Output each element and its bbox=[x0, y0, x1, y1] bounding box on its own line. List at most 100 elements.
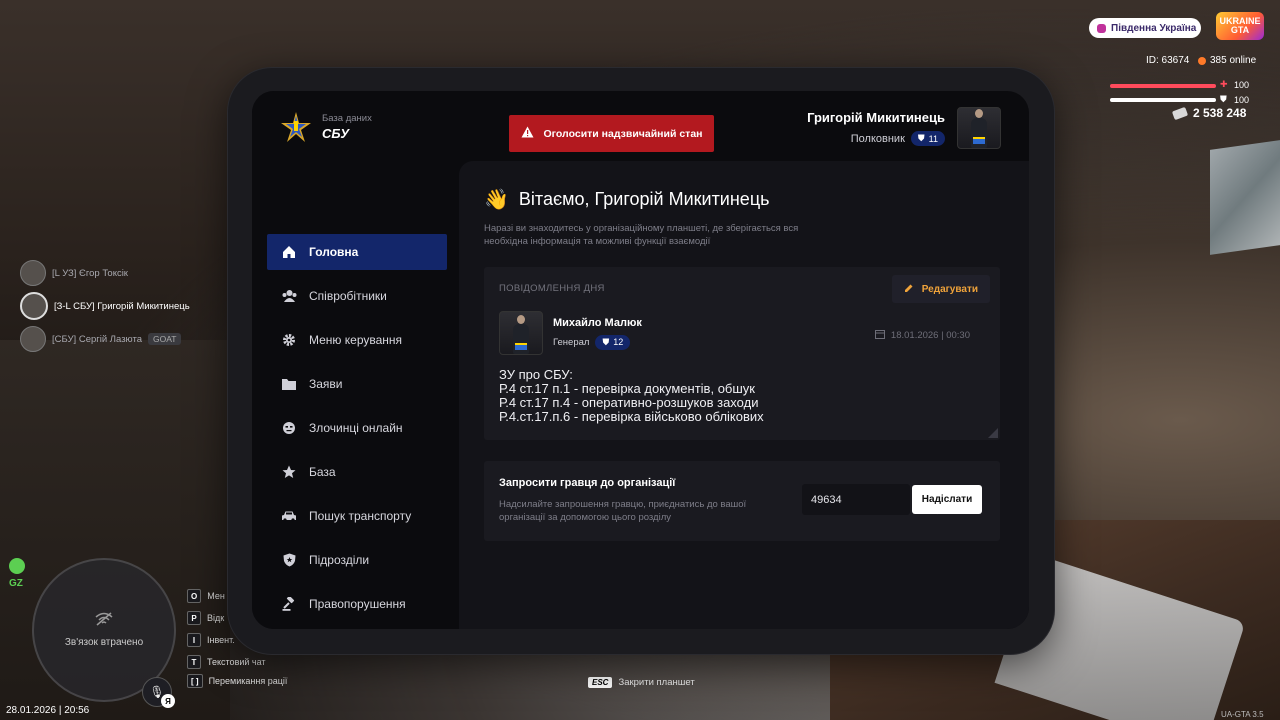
hotkey-key: [ ] bbox=[187, 674, 203, 688]
motd-author: Михайло Малюк Генерал ⛊ 12 bbox=[499, 311, 642, 355]
hotkey-label: Перемикання рації bbox=[208, 676, 288, 686]
player-id-input[interactable] bbox=[802, 484, 910, 515]
player-list-item: [З-L СБУ] Григорій Микитинець bbox=[20, 292, 190, 320]
badge-icon: ⛊ bbox=[917, 133, 925, 143]
online-count: 385 online bbox=[1198, 55, 1256, 66]
sidebar-item-control-menu[interactable]: Меню керування bbox=[267, 322, 447, 358]
sidebar-item-label: Пошук транспорту bbox=[309, 509, 412, 523]
sidebar-item-label: Правопорушення bbox=[309, 597, 406, 611]
motd-line: Р.4.ст.17.п.6 - перевірка військово облі… bbox=[499, 409, 764, 424]
sidebar-item-criminals-online[interactable]: Злочинці онлайн bbox=[267, 410, 447, 446]
send-invite-button[interactable]: Надіслати bbox=[912, 485, 982, 514]
cash-icon bbox=[1171, 106, 1189, 120]
hotkey-hint: O Мен bbox=[187, 589, 225, 603]
background-monitor bbox=[1210, 140, 1280, 255]
online-label: 385 online bbox=[1210, 55, 1257, 66]
player-name: [L УЗ] Єгор Токсік bbox=[52, 267, 128, 279]
users-icon bbox=[281, 288, 297, 304]
emergency-label: Оголосити надзвичайний стан bbox=[543, 127, 703, 140]
player-list-item: [L УЗ] Єгор Токсік bbox=[20, 260, 128, 286]
sidebar-item-offenses[interactable]: Правопорушення bbox=[267, 586, 447, 622]
gavel-icon bbox=[281, 596, 297, 612]
hotkey-key: P bbox=[187, 611, 201, 625]
date-time: 28.01.2026 | 20:56 bbox=[6, 705, 90, 716]
sidebar-item-departments[interactable]: Підрозділи bbox=[267, 542, 447, 578]
no-signal-icon bbox=[95, 611, 113, 631]
hotkey-hint: [ ] Перемикання рації bbox=[187, 674, 287, 688]
server-name: Південна Україна bbox=[1111, 22, 1197, 34]
invite-panel: Запросити гравця до організації Надсилай… bbox=[484, 461, 1000, 541]
hotkey-hint: I Інвент. bbox=[187, 633, 235, 647]
emergency-button[interactable]: Оголосити надзвичайний стан bbox=[509, 115, 714, 152]
sidebar-item-label: Меню керування bbox=[309, 333, 403, 347]
brand-title: СБУ bbox=[322, 126, 350, 141]
avatar bbox=[957, 107, 1001, 149]
motd-date: 18.01.2026 | 00:30 bbox=[874, 329, 970, 342]
server-icon bbox=[1097, 23, 1106, 33]
hotkey-key: O bbox=[187, 589, 202, 603]
sidebar-item-label: Злочинці онлайн bbox=[309, 421, 403, 435]
gear-icon bbox=[281, 332, 297, 348]
esc-key: ESC bbox=[588, 677, 613, 688]
sidebar-item-employees[interactable]: Співробітники bbox=[267, 278, 447, 314]
badge-icon: ⛊ bbox=[602, 336, 610, 347]
avatar bbox=[499, 311, 543, 355]
edit-button[interactable]: Редагувати bbox=[891, 275, 990, 303]
avatar bbox=[20, 292, 48, 320]
player-name: [СБУ] Сергій Лазюта bbox=[52, 333, 142, 345]
resize-handle[interactable] bbox=[988, 428, 998, 438]
edit-label: Редагувати bbox=[921, 283, 978, 295]
brand-subtitle: База даних bbox=[322, 113, 372, 124]
sidebar: База даних СБУ Головна Співробітники Мен… bbox=[252, 91, 459, 629]
rank-level: 11 bbox=[928, 133, 938, 144]
criminal-icon bbox=[281, 420, 297, 436]
player-tag: GOAT bbox=[148, 333, 182, 345]
health-icon: ✚ bbox=[1220, 79, 1228, 89]
star-icon bbox=[281, 464, 297, 480]
player-list-item: [СБУ] Сергій Лазюта GOAT bbox=[20, 326, 182, 352]
hotkey-label: Текстовий чат bbox=[207, 657, 266, 667]
health-value: 100 bbox=[1234, 80, 1250, 90]
user-name: Григорій Микитинець bbox=[807, 110, 945, 125]
sidebar-item-home[interactable]: Головна bbox=[267, 234, 447, 270]
hotkey-label: Мен bbox=[207, 591, 225, 601]
user-rank-row: Полковник ⛊ 11 bbox=[807, 131, 945, 146]
tablet-screen: База даних СБУ Головна Співробітники Мен… bbox=[252, 91, 1029, 629]
sbu-emblem-icon bbox=[280, 111, 312, 143]
armor-icon: ⛊ bbox=[1220, 94, 1227, 104]
close-tablet-label: Закрити планшет bbox=[618, 677, 695, 688]
greeting-text: Вітаємо, Григорій Микитинець bbox=[518, 189, 770, 209]
online-icon bbox=[1198, 56, 1206, 65]
hotkey-label: Відк bbox=[207, 613, 225, 623]
hotkey-hint: P Відк bbox=[187, 611, 224, 625]
armor-value: 100 bbox=[1234, 95, 1250, 105]
motd-body: ЗУ про СБУ: Р.4 ст.17 п.1 - перевірка до… bbox=[499, 368, 764, 424]
sidebar-item-label: Заяви bbox=[309, 377, 343, 391]
sidebar-item-applications[interactable]: Заяви bbox=[267, 366, 447, 402]
officer-figure bbox=[513, 315, 529, 354]
user-profile: Григорій Микитинець Полковник ⛊ 11 bbox=[807, 107, 1001, 149]
author-rank-row: Генерал ⛊ 12 bbox=[553, 334, 642, 350]
hotkey-hint: T Текстовий чат bbox=[187, 655, 266, 669]
rank-badge: ⛊ 12 bbox=[595, 334, 631, 350]
close-tablet-hint: ESC Закрити планшет bbox=[588, 677, 695, 688]
money-value: 2 538 248 bbox=[1193, 106, 1247, 120]
game-logo: UKRAINE GTA bbox=[1216, 12, 1264, 40]
motd-date-text: 18.01.2026 | 00:30 bbox=[890, 330, 970, 341]
sidebar-item-base[interactable]: База bbox=[267, 454, 447, 490]
pencil-icon bbox=[904, 283, 914, 296]
invite-description: Надсилайте запрошення гравцю, приєднатис… bbox=[499, 499, 747, 523]
greeting: 👋 Вітаємо, Григорій Микитинець bbox=[484, 187, 770, 212]
motd-line: Р.4 ст.17 п.4 - оперативно-розшуков захо… bbox=[499, 395, 759, 410]
officer-figure bbox=[971, 109, 987, 148]
sidebar-item-label: Співробітники bbox=[309, 289, 387, 303]
avatar bbox=[20, 260, 46, 286]
warning-icon bbox=[521, 126, 534, 141]
home-icon bbox=[281, 244, 297, 260]
calendar-icon bbox=[874, 329, 885, 342]
motd-line: Р.4 ст.17 п.1 - перевірка документів, об… bbox=[499, 381, 755, 396]
sidebar-item-label: База bbox=[309, 465, 336, 479]
sidebar-item-vehicle-search[interactable]: Пошук транспорту bbox=[267, 498, 447, 534]
server-badge: Південна Україна bbox=[1089, 18, 1201, 38]
money-display: 2 538 248 bbox=[1171, 106, 1247, 120]
